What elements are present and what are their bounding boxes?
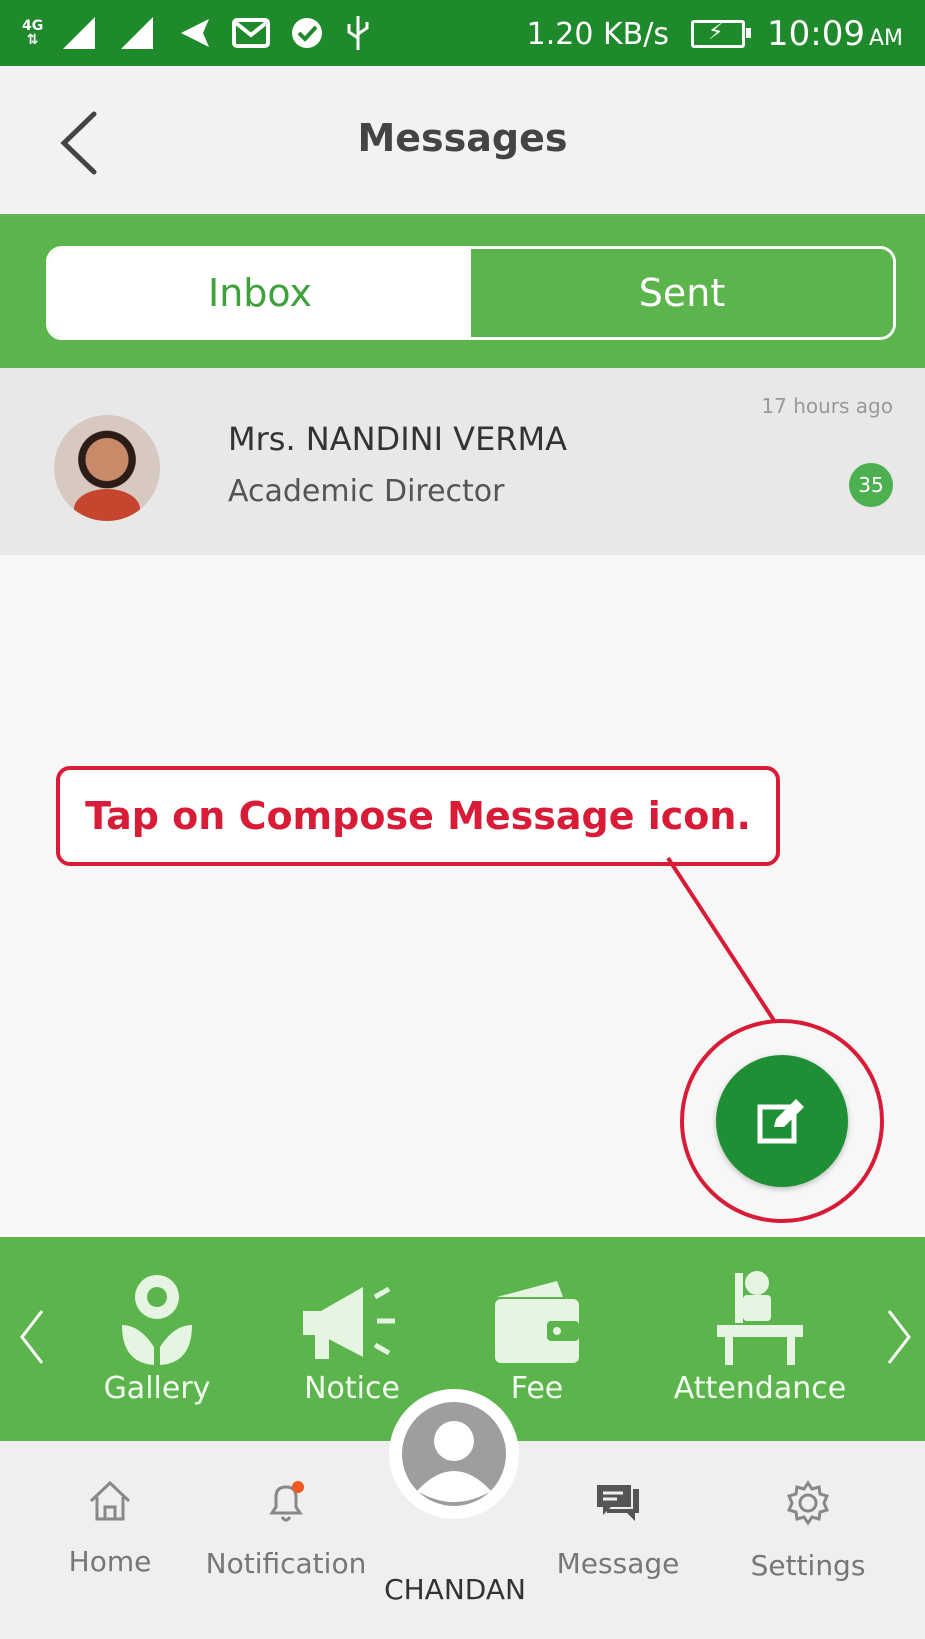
desk-icon xyxy=(717,1271,803,1365)
share-icon xyxy=(181,19,210,47)
feature-fee[interactable]: Fee xyxy=(437,1267,637,1406)
signal-icon xyxy=(121,17,154,49)
status-bar: 4G ⇅ 1.20 KB/s ⚡ 10:09 AM xyxy=(0,0,925,66)
feature-notice[interactable]: Notice xyxy=(252,1267,452,1406)
usb-icon xyxy=(347,16,369,50)
nav-home[interactable]: Home xyxy=(20,1479,200,1578)
avatar xyxy=(54,415,160,521)
feature-label: Gallery xyxy=(103,1371,211,1406)
tab-inbox[interactable]: Inbox xyxy=(49,249,471,337)
chevron-right-icon[interactable] xyxy=(885,1307,915,1367)
network-type-icon: 4G ⇅ xyxy=(22,18,44,48)
compose-icon xyxy=(757,1099,804,1144)
signal-icon xyxy=(63,17,96,49)
message-time: 17 hours ago xyxy=(761,394,893,418)
feature-gallery[interactable]: Gallery xyxy=(57,1267,257,1406)
tab-bar: Inbox Sent xyxy=(0,214,925,368)
nav-label: Settings xyxy=(750,1549,866,1582)
compose-message-button[interactable] xyxy=(716,1055,848,1187)
nav-label: Notification xyxy=(205,1547,367,1580)
clock: 10:09 AM xyxy=(766,14,903,54)
app-header: Messages xyxy=(0,66,925,214)
user-name: CHANDAN xyxy=(384,1573,526,1606)
bell-icon xyxy=(269,1481,304,1522)
network-speed: 1.20 KB/s xyxy=(526,16,669,52)
page-title: Messages xyxy=(357,116,568,160)
bottom-nav: Home Notification CHANDAN Message Settin… xyxy=(0,1389,925,1639)
shield-icon xyxy=(292,18,323,48)
chat-icon xyxy=(597,1485,639,1521)
list-item[interactable]: Mrs. NANDINI VERMA Academic Director 17 … xyxy=(0,368,925,555)
annotation-callout: Tap on Compose Message icon. xyxy=(56,766,780,866)
home-icon xyxy=(89,1480,131,1521)
tab-sent[interactable]: Sent xyxy=(471,249,893,337)
wallet-icon xyxy=(495,1281,579,1363)
user-icon xyxy=(402,1402,506,1506)
sender-role: Academic Director xyxy=(228,474,505,509)
segmented-control: Inbox Sent xyxy=(46,246,896,340)
status-icons-right: 1.20 KB/s ⚡ 10:09 AM xyxy=(527,14,903,54)
chevron-left-icon[interactable] xyxy=(16,1307,46,1367)
nav-message[interactable]: Message xyxy=(528,1479,708,1580)
flower-icon xyxy=(122,1275,192,1365)
nav-notification[interactable]: Notification xyxy=(196,1479,376,1580)
mail-icon xyxy=(232,18,271,48)
status-icons-left: 4G ⇅ xyxy=(22,14,373,52)
nav-label: Message xyxy=(556,1547,680,1580)
unread-badge: 35 xyxy=(849,463,893,507)
gear-icon xyxy=(786,1480,830,1526)
user-avatar-button[interactable] xyxy=(389,1389,519,1519)
nav-label: Home xyxy=(68,1545,152,1578)
battery-icon: ⚡ xyxy=(690,20,751,48)
feature-attendance[interactable]: Attendance xyxy=(660,1267,860,1406)
nav-settings[interactable]: Settings xyxy=(718,1479,898,1582)
megaphone-icon xyxy=(303,1286,395,1359)
feature-label: Attendance xyxy=(673,1371,847,1406)
sender-name: Mrs. NANDINI VERMA xyxy=(228,420,568,458)
